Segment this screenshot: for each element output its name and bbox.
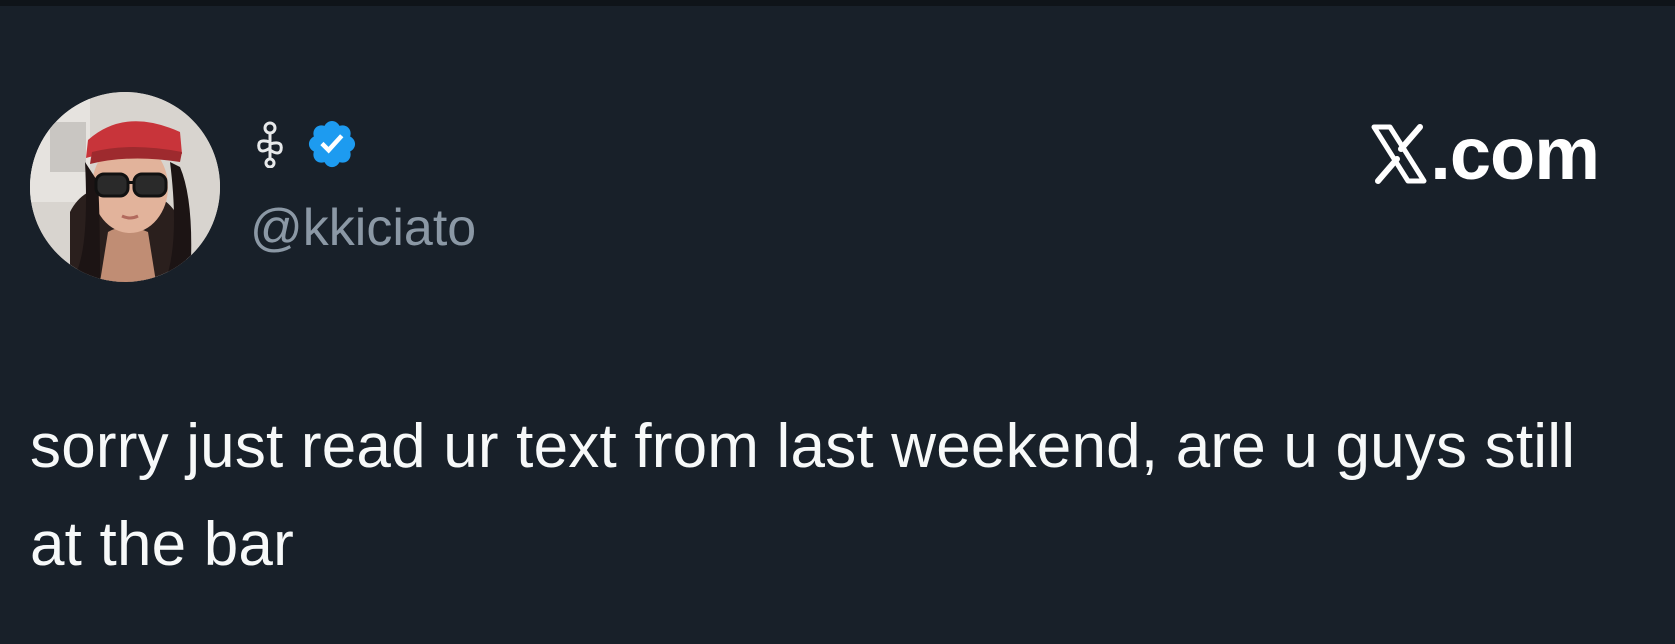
ornament-icon (253, 120, 287, 168)
domain-suffix: .com (1430, 112, 1600, 195)
user-handle[interactable]: @kkiciato (250, 198, 476, 258)
verified-badge-icon (305, 117, 359, 171)
x-logo-icon (1370, 123, 1428, 185)
tweet-card: @kkiciato .com sorry just read ur text f… (0, 6, 1675, 644)
avatar[interactable] (30, 92, 220, 282)
tweet-text: sorry just read ur text from last weeken… (30, 412, 1576, 579)
x-branding: .com (1370, 112, 1600, 195)
display-name-row[interactable] (253, 114, 359, 174)
